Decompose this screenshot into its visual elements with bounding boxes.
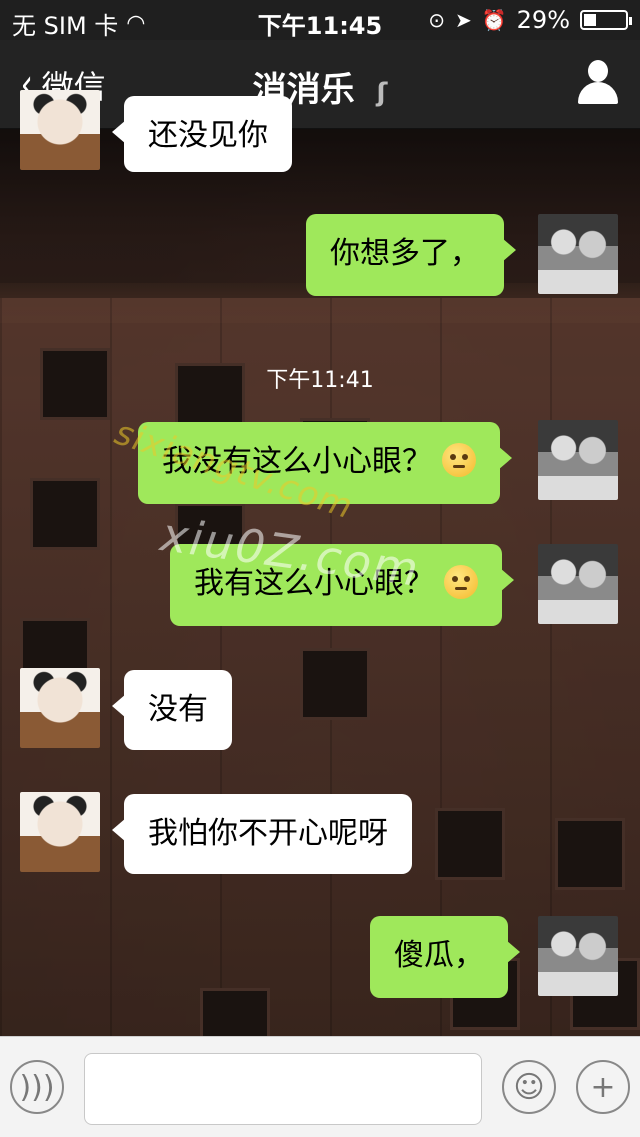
- message-bubble-incoming[interactable]: 没有: [112, 670, 232, 750]
- building-window: [300, 648, 370, 720]
- building-window: [435, 808, 505, 880]
- plus-icon[interactable]: +: [576, 1060, 630, 1114]
- avatar-self[interactable]: [538, 544, 618, 624]
- building-window: [30, 478, 100, 550]
- message-text: 还没见你: [148, 118, 268, 153]
- shy-face-icon: [442, 443, 476, 477]
- battery-percent: 29%: [516, 6, 570, 34]
- avatar-self[interactable]: [538, 214, 618, 294]
- input-bar: ))) ☺ +: [0, 1036, 640, 1137]
- building-window: [555, 818, 625, 890]
- message-text: 傻瓜，: [394, 938, 484, 973]
- battery-icon: [580, 10, 632, 30]
- avatar-contact[interactable]: [20, 668, 100, 748]
- avatar-self[interactable]: [538, 420, 618, 500]
- rotation-lock-icon: ⊙: [428, 8, 445, 32]
- status-bar: 无 SIM 卡 ◠ 下午11:45 ⊙ ➤ ⏰ 29%: [0, 0, 640, 40]
- message-input[interactable]: [84, 1053, 482, 1125]
- avatar-contact[interactable]: [20, 792, 100, 872]
- user-icon-body: [578, 82, 618, 104]
- message-bubble-incoming[interactable]: 我怕你不开心呢呀: [112, 794, 412, 874]
- timestamp-text: 下午11:41: [266, 368, 374, 393]
- smiley-icon[interactable]: ☺: [502, 1060, 556, 1114]
- avatar-self[interactable]: [538, 916, 618, 996]
- profile-button[interactable]: [576, 60, 620, 106]
- ear-icon: ʃ: [376, 78, 388, 108]
- user-icon-head: [588, 60, 608, 82]
- message-text: 你想多了，: [330, 236, 480, 271]
- message-timestamp: 下午11:41: [0, 360, 640, 396]
- message-text: 我怕你不开心呢呀: [148, 816, 388, 851]
- message-bubble-incoming[interactable]: 还没见你: [112, 96, 292, 172]
- message-bubble-outgoing[interactable]: 你想多了，: [306, 214, 516, 296]
- shy-face-icon: [444, 565, 478, 599]
- message-bubble-outgoing[interactable]: 傻瓜，: [370, 916, 520, 998]
- voice-icon[interactable]: ))): [10, 1060, 64, 1114]
- location-icon: ➤: [454, 8, 472, 32]
- alarm-icon: ⏰: [481, 8, 507, 32]
- message-text: 没有: [148, 692, 208, 727]
- avatar-contact[interactable]: [20, 90, 100, 170]
